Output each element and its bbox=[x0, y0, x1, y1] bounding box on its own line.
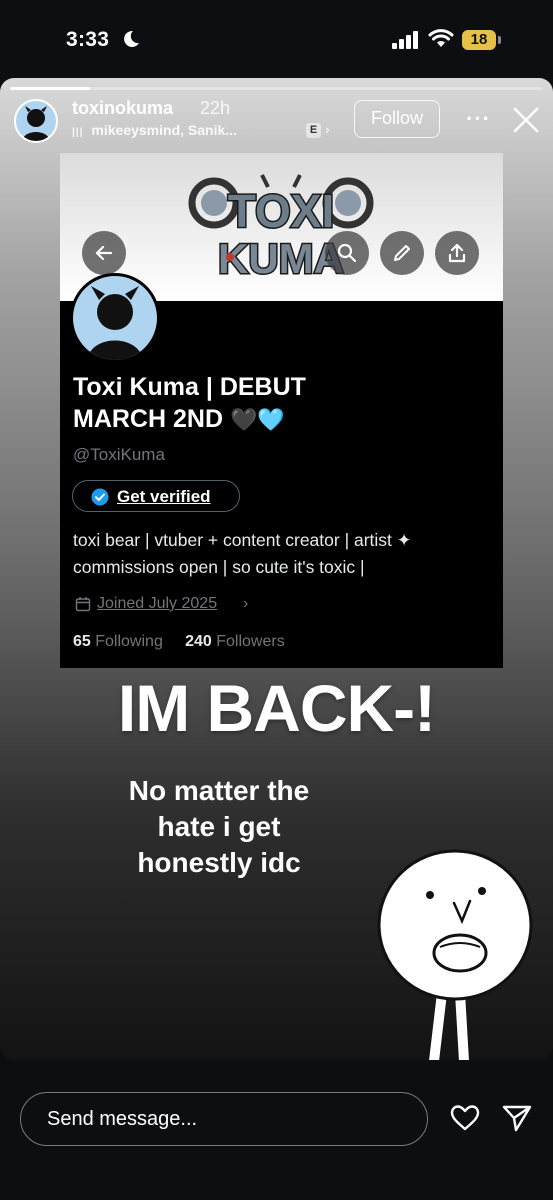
send-message-input[interactable] bbox=[47, 1106, 407, 1132]
hearts-emoji: 🖤🩵 bbox=[229, 407, 285, 432]
avatar-silhouette bbox=[87, 286, 143, 360]
profile-bio-line1: toxi bear | vtuber + content creator | a… bbox=[73, 530, 412, 550]
story-time-ago: 22h bbox=[200, 98, 231, 118]
search-button bbox=[325, 231, 369, 275]
story-progress-bar bbox=[10, 87, 542, 90]
cartoon-face-sticker bbox=[377, 849, 533, 1060]
joined-date: Joined July 2025 bbox=[97, 595, 218, 612]
search-icon bbox=[337, 243, 357, 263]
story-subtext-line1: No matter the bbox=[128, 775, 310, 806]
explicit-badge: E bbox=[306, 123, 321, 138]
share-icon bbox=[448, 243, 466, 263]
verified-badge-icon bbox=[91, 488, 109, 506]
edit-button bbox=[380, 231, 424, 275]
profile-bio: toxi bear | vtuber + content creator | a… bbox=[73, 527, 493, 581]
profile-bio-line2: commissions open | so cute it's toxic | bbox=[73, 557, 365, 577]
status-time: 3:33 bbox=[66, 28, 110, 51]
send-icon[interactable] bbox=[502, 1104, 532, 1132]
story-username[interactable]: toxinokuma bbox=[72, 98, 173, 119]
wifi-icon bbox=[428, 29, 454, 47]
follow-button[interactable]: Follow bbox=[354, 100, 440, 138]
get-verified-label: Get verified bbox=[117, 487, 211, 506]
profile-name-line2-row: MARCH 2ND 🖤🩵 bbox=[73, 403, 393, 436]
battery-indicator: 18 bbox=[462, 30, 496, 50]
story-avatar[interactable] bbox=[14, 99, 58, 143]
status-bar: 3:33 18 bbox=[0, 0, 553, 80]
chevron-right-icon: › bbox=[243, 595, 249, 612]
moon-icon bbox=[124, 30, 139, 47]
story-subtext-line3: honestly idc bbox=[137, 847, 301, 878]
audio-bars-icon: ||| bbox=[72, 127, 84, 138]
send-message-box[interactable] bbox=[20, 1092, 428, 1146]
avatar-silhouette bbox=[22, 106, 50, 141]
following-label: Following bbox=[95, 633, 163, 650]
profile-name-line2: MARCH 2ND bbox=[73, 405, 223, 433]
followers-count: 240 bbox=[185, 633, 212, 650]
story-progress-fill bbox=[10, 87, 90, 90]
profile-handle: @ToxiKuma bbox=[73, 445, 165, 464]
profile-name-line1: Toxi Kuma | DEBUT bbox=[73, 373, 306, 401]
svg-text:TOXI: TOXI bbox=[228, 185, 335, 237]
chevron-right-icon: › bbox=[325, 121, 330, 137]
profile-name: Toxi Kuma | DEBUT MARCH 2ND 🖤🩵 bbox=[73, 371, 393, 436]
followers-label: Followers bbox=[216, 633, 285, 650]
story-audience: mikeeysmind, Sanik... bbox=[91, 122, 237, 138]
profile-stats: 65 Following 240 Followers bbox=[73, 633, 285, 651]
back-button bbox=[82, 231, 126, 275]
close-icon[interactable] bbox=[512, 106, 540, 134]
profile-avatar bbox=[70, 273, 160, 363]
story-audience-row[interactable]: ||| mikeeysmind, Sanik... bbox=[72, 122, 237, 138]
pencil-icon bbox=[394, 245, 410, 261]
arrow-left-icon bbox=[95, 245, 113, 261]
cellular-signal-icon bbox=[392, 31, 418, 49]
get-verified-button: Get verified bbox=[72, 480, 240, 512]
following-count: 65 bbox=[73, 633, 91, 650]
heart-icon[interactable] bbox=[450, 1104, 480, 1132]
story-subtext-line2: hate i get bbox=[157, 811, 281, 842]
story-card[interactable]: toxinokuma 22h ||| mikeeysmind, Sanik... … bbox=[0, 78, 553, 1060]
story-headline: IM BACK-! bbox=[117, 671, 436, 745]
profile-screenshot: TOXI KUMA Toxi Kuma | DEBUT MARCH 2ND 🖤🩵… bbox=[60, 153, 503, 668]
story-subtext: No matter the hate i get honestly idc bbox=[100, 773, 338, 881]
more-options-icon[interactable]: ··· bbox=[466, 106, 491, 132]
battery-cap bbox=[498, 36, 501, 44]
share-button bbox=[435, 231, 479, 275]
calendar-icon bbox=[75, 597, 91, 612]
